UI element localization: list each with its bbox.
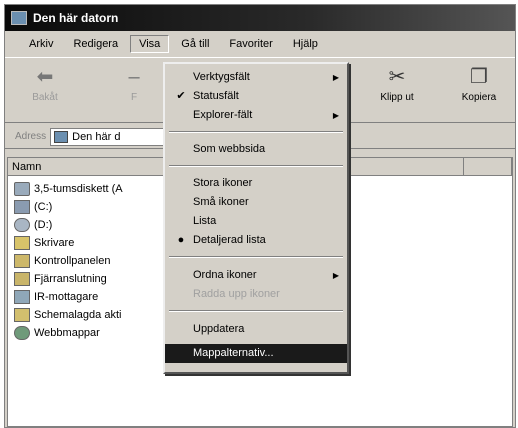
back-label: Bakåt xyxy=(32,92,58,103)
menu-item-folder-options[interactable]: Mappalternativ... xyxy=(165,344,347,363)
my-computer-icon xyxy=(54,130,69,143)
control-panel-icon xyxy=(14,254,30,268)
menu-favoriter[interactable]: Favoriter xyxy=(221,36,280,52)
menu-redigera[interactable]: Redigera xyxy=(65,36,126,52)
drive-icon xyxy=(14,200,30,214)
submenu-arrow-icon: ▶ xyxy=(332,271,339,280)
menu-item-large-icons[interactable]: Stora ikoner xyxy=(165,174,347,193)
printer-folder-icon xyxy=(14,236,30,250)
copy-label: Kopiera xyxy=(461,92,497,103)
cut-button[interactable]: ✂ Klipp ut xyxy=(367,62,427,118)
menu-item-details[interactable]: ● Detaljerad lista xyxy=(165,231,347,250)
web-folders-icon xyxy=(14,326,30,340)
my-computer-icon xyxy=(11,11,27,25)
scissors-icon: ✂ xyxy=(388,66,406,88)
title-bar[interactable]: Den här datorn xyxy=(5,5,515,31)
menu-item-toolbars[interactable]: Verktygsfält ▶ xyxy=(165,68,347,87)
menu-bar: Arkiv Redigera Visa Gå till Favoriter Hj… xyxy=(5,33,515,55)
floppy-icon xyxy=(14,182,30,196)
menu-item-as-web-page[interactable]: Som webbsida xyxy=(165,140,347,159)
forward-label: F xyxy=(130,92,138,103)
submenu-arrow-icon: ▶ xyxy=(332,111,339,120)
menu-separator xyxy=(169,165,343,167)
forward-button[interactable]: ‒ F xyxy=(109,62,159,118)
menu-item-list[interactable]: Lista xyxy=(165,212,347,231)
address-value: Den här d xyxy=(72,130,121,143)
menu-item-arrange-icons[interactable]: Ordna ikoner ▶ xyxy=(165,266,347,285)
cdrom-icon xyxy=(14,218,30,232)
view-menu-dropdown: Verktygsfält ▶ ✔ Statusfält Explorer-fäl… xyxy=(163,62,349,374)
infrared-icon xyxy=(14,290,30,304)
column-type[interactable] xyxy=(464,158,512,176)
menu-separator xyxy=(169,131,343,133)
check-mark-icon: ✔ xyxy=(176,90,186,102)
dialup-icon xyxy=(14,272,30,286)
window-title: Den här datorn xyxy=(33,11,119,25)
address-label: Adress xyxy=(15,131,47,142)
menu-separator xyxy=(169,256,343,258)
menu-item-statusbar[interactable]: ✔ Statusfält xyxy=(165,87,347,106)
menu-item-refresh[interactable]: Uppdatera xyxy=(165,320,347,339)
menu-item-small-icons[interactable]: Små ikoner xyxy=(165,193,347,212)
menu-hjalp[interactable]: Hjälp xyxy=(285,36,326,52)
menu-visa[interactable]: Visa xyxy=(130,35,170,53)
scheduled-tasks-icon xyxy=(14,308,30,322)
copy-button[interactable]: ❐ Kopiera xyxy=(449,62,509,118)
menu-separator xyxy=(169,310,343,312)
cut-label: Klipp ut xyxy=(380,92,414,103)
menu-item-line-up-icons: Radda upp ikoner xyxy=(193,288,280,300)
radio-dot-icon: ● xyxy=(177,234,185,246)
menu-item-explorer-bar[interactable]: Explorer-fält ▶ xyxy=(165,106,347,125)
forward-arrow-icon: ‒ xyxy=(128,66,140,88)
copy-icon: ❐ xyxy=(470,66,488,88)
menu-ga-till[interactable]: Gå till xyxy=(173,36,217,52)
back-arrow-icon: ⬅ xyxy=(36,66,54,88)
back-button[interactable]: ⬅ Bakåt xyxy=(15,62,75,118)
menu-arkiv[interactable]: Arkiv xyxy=(21,36,61,52)
submenu-arrow-icon: ▶ xyxy=(332,73,339,82)
